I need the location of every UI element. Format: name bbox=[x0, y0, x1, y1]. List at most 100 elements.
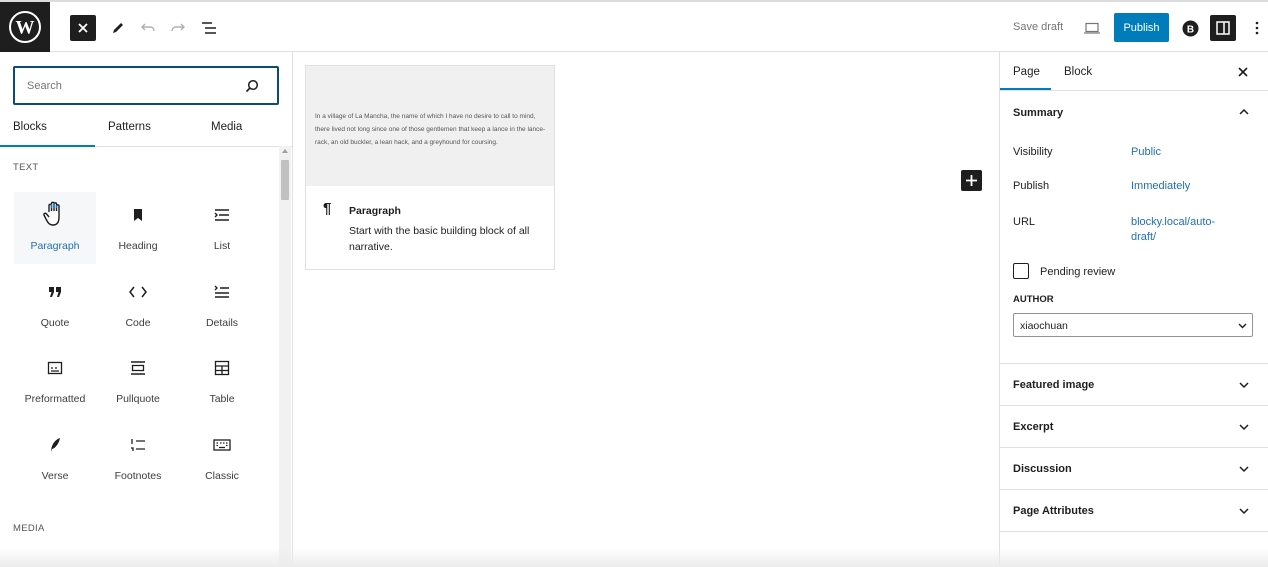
close-inserter-button[interactable] bbox=[70, 15, 96, 41]
inserter-tabs: Blocks Patterns Media bbox=[0, 114, 292, 147]
panel-discussion[interactable]: Discussion bbox=[1013, 463, 1072, 475]
scrollbar-track[interactable] bbox=[279, 146, 291, 567]
settings-toggle-button[interactable] bbox=[1210, 15, 1236, 41]
details-icon bbox=[214, 285, 229, 298]
author-value: xiaochuan bbox=[1020, 320, 1068, 332]
block-list[interactable]: List bbox=[181, 192, 263, 264]
sidebar-icon bbox=[1216, 21, 1230, 35]
url-label: URL bbox=[1013, 216, 1036, 228]
redo-icon bbox=[171, 23, 185, 32]
pencil-icon bbox=[113, 23, 123, 33]
editor-header: W Save draft Publish B bbox=[0, 0, 1268, 52]
category-media: MEDIA bbox=[13, 523, 45, 534]
block-label: Table bbox=[209, 393, 235, 405]
category-text: TEXT bbox=[13, 162, 39, 173]
block-verse[interactable]: Verse bbox=[14, 422, 96, 494]
block-quote[interactable]: Quote bbox=[14, 269, 96, 341]
block-heading[interactable]: Heading bbox=[97, 192, 179, 264]
block-label: Code bbox=[125, 317, 151, 329]
block-label: Paragraph bbox=[30, 240, 80, 252]
block-footnotes[interactable]: Footnotes bbox=[97, 422, 179, 494]
undo-button[interactable] bbox=[139, 19, 157, 37]
preview-sample-text: In a village of La Mancha, the name of w… bbox=[315, 113, 546, 146]
divider bbox=[1000, 489, 1268, 490]
search-icon bbox=[245, 79, 259, 93]
hand-cursor-icon bbox=[43, 201, 60, 226]
undo-icon bbox=[141, 23, 155, 32]
bottom-edge-shadow bbox=[0, 548, 1268, 567]
pullquote-icon bbox=[131, 361, 145, 375]
feather-icon bbox=[51, 438, 60, 452]
publish-date-value[interactable]: Immediately bbox=[1131, 179, 1190, 194]
chevron-down-icon[interactable] bbox=[1238, 421, 1250, 433]
tab-blocks[interactable]: Blocks bbox=[13, 121, 47, 133]
visibility-value[interactable]: Public bbox=[1131, 145, 1161, 160]
url-value[interactable]: blocky.local/auto-draft/ bbox=[1131, 215, 1231, 245]
search-input[interactable]: Search bbox=[13, 66, 279, 105]
publish-button[interactable]: Publish bbox=[1114, 13, 1169, 42]
code-icon bbox=[129, 286, 147, 298]
list-view-icon bbox=[202, 22, 216, 34]
chevron-down-icon[interactable] bbox=[1238, 505, 1250, 517]
block-paragraph[interactable]: Paragraph bbox=[14, 192, 96, 264]
scroll-up-arrow-icon[interactable] bbox=[281, 148, 289, 154]
author-label: AUTHOR bbox=[1013, 294, 1054, 305]
block-classic[interactable]: Classic bbox=[181, 422, 263, 494]
plus-icon bbox=[966, 175, 977, 186]
paragraph-pilcrow-icon: ¶ bbox=[323, 200, 332, 217]
block-preview-card: In a village of La Mancha, the name of w… bbox=[305, 65, 555, 270]
chevron-up-icon[interactable] bbox=[1238, 106, 1250, 118]
close-icon[interactable] bbox=[1238, 67, 1248, 77]
block-label: Classic bbox=[205, 470, 239, 482]
preview-button[interactable] bbox=[1082, 19, 1102, 37]
tab-page[interactable]: Page bbox=[1013, 66, 1040, 78]
active-tab-indicator bbox=[0, 145, 95, 147]
plugin-button[interactable]: B bbox=[1181, 19, 1199, 37]
pending-review-checkbox[interactable] bbox=[1013, 263, 1029, 279]
block-label: List bbox=[213, 240, 231, 252]
list-icon bbox=[214, 209, 229, 221]
tab-media[interactable]: Media bbox=[211, 121, 242, 133]
chevron-down-icon[interactable] bbox=[1238, 463, 1250, 475]
author-select[interactable]: xiaochuan bbox=[1013, 313, 1253, 337]
more-vertical-icon bbox=[1255, 21, 1259, 35]
chevron-down-icon[interactable] bbox=[1238, 379, 1250, 391]
divider bbox=[1000, 405, 1268, 406]
edit-tools-button[interactable] bbox=[109, 19, 127, 37]
block-table[interactable]: Table bbox=[181, 345, 263, 417]
panel-page-attributes[interactable]: Page Attributes bbox=[1013, 505, 1094, 517]
tab-patterns[interactable]: Patterns bbox=[108, 121, 151, 133]
svg-text:W: W bbox=[16, 18, 35, 39]
summary-heading[interactable]: Summary bbox=[1013, 107, 1063, 119]
document-overview-button[interactable] bbox=[199, 18, 219, 38]
preformatted-icon bbox=[47, 361, 63, 375]
block-pullquote[interactable]: Pullquote bbox=[97, 345, 179, 417]
bookmark-icon bbox=[134, 209, 142, 221]
options-button[interactable] bbox=[1250, 18, 1264, 38]
block-label: Heading bbox=[118, 240, 158, 252]
preview-title: Paragraph bbox=[349, 205, 401, 217]
svg-text:B: B bbox=[1186, 24, 1193, 35]
block-code[interactable]: Code bbox=[97, 269, 179, 341]
panel-featured-image[interactable]: Featured image bbox=[1013, 379, 1094, 391]
block-preformatted[interactable]: Preformatted bbox=[14, 345, 96, 417]
redo-button[interactable] bbox=[169, 19, 187, 37]
add-block-button[interactable] bbox=[961, 170, 982, 191]
block-inserter-panel: Search Blocks Patterns Media TEXT Paragr… bbox=[0, 52, 293, 567]
panel-excerpt[interactable]: Excerpt bbox=[1013, 421, 1053, 433]
block-label: Footnotes bbox=[114, 470, 162, 482]
desktop-icon bbox=[1084, 22, 1100, 34]
quote-icon bbox=[49, 287, 61, 297]
save-draft-button[interactable]: Save draft bbox=[1013, 21, 1063, 33]
block-details[interactable]: Details bbox=[181, 269, 263, 341]
block-label: Quote bbox=[40, 317, 70, 329]
wordpress-logo-icon[interactable]: W bbox=[0, 2, 50, 52]
publish-label: Publish bbox=[1013, 180, 1050, 192]
tab-block[interactable]: Block bbox=[1064, 66, 1092, 78]
search-placeholder: Search bbox=[27, 80, 62, 92]
keyboard-icon bbox=[213, 439, 231, 451]
block-label: Preformatted bbox=[24, 393, 86, 405]
block-preview-sample: In a village of La Mancha, the name of w… bbox=[306, 66, 554, 186]
divider bbox=[1000, 363, 1268, 364]
scrollbar-thumb[interactable] bbox=[281, 160, 289, 200]
